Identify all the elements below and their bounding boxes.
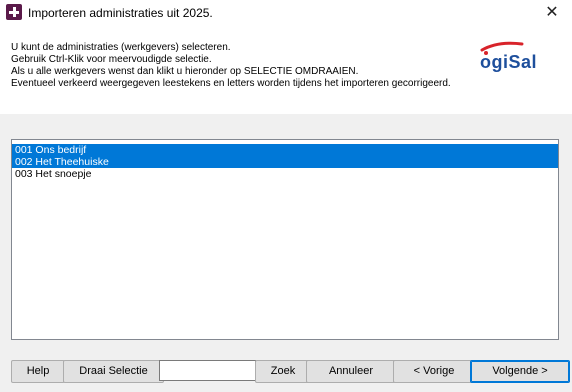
- title-bar: Importeren administraties uit 2025. ✕: [0, 0, 572, 28]
- instruction-line: Als u alle werkgevers wenst dan klikt u …: [11, 66, 359, 77]
- app-icon: [6, 4, 22, 20]
- logo-text: ogiSal: [480, 52, 538, 72]
- list-item[interactable]: 001 Ons bedrijf: [12, 144, 558, 156]
- header-panel: U kunt de administraties (werkgevers) se…: [0, 28, 572, 114]
- cancel-button[interactable]: Annuleer: [306, 360, 396, 383]
- instructions: U kunt de administraties (werkgevers) se…: [11, 42, 451, 90]
- previous-button[interactable]: < Vorige: [393, 360, 475, 383]
- list-item[interactable]: 003 Het snoepje: [12, 168, 558, 180]
- close-button[interactable]: ✕: [532, 0, 572, 28]
- invert-selection-button[interactable]: Draai Selectie: [63, 360, 164, 383]
- help-button[interactable]: Help: [11, 360, 65, 383]
- instruction-line: U kunt de administraties (werkgevers) se…: [11, 42, 231, 53]
- instruction-line: Gebruik Ctrl-Klik voor meervoudigde sele…: [11, 54, 212, 65]
- instruction-line: Eventueel verkeerd weergegeven leesteken…: [11, 78, 451, 89]
- ogisal-logo: ogiSal: [478, 40, 560, 80]
- administrations-listbox[interactable]: 001 Ons bedrijf 002 Het Theehuiske 003 H…: [11, 139, 559, 340]
- search-input[interactable]: [159, 360, 256, 381]
- next-button[interactable]: Volgende >: [470, 360, 570, 383]
- window-title: Importeren administraties uit 2025.: [28, 6, 213, 20]
- search-button[interactable]: Zoek: [255, 360, 311, 383]
- list-item[interactable]: 002 Het Theehuiske: [12, 156, 558, 168]
